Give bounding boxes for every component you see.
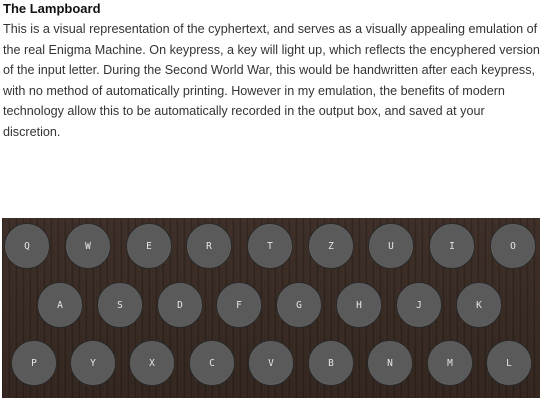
lamp-key[interactable]: M xyxy=(427,340,473,386)
lamp-key[interactable]: A xyxy=(37,282,83,328)
lamp-key[interactable]: Y xyxy=(70,340,116,386)
lamp-key[interactable]: W xyxy=(65,223,111,269)
lampboard: Q W E R T Z U I O A S D F G H J K P Y X … xyxy=(2,218,540,398)
lamp-key[interactable]: U xyxy=(368,223,414,269)
section-description: This is a visual representation of the c… xyxy=(3,22,540,139)
lamp-letter: E xyxy=(146,240,152,252)
lamp-key[interactable]: L xyxy=(486,340,532,386)
lamp-letter: J xyxy=(416,299,422,311)
lamp-letter: Q xyxy=(24,240,30,252)
lamp-letter: I xyxy=(449,240,455,252)
lamp-key[interactable]: J xyxy=(396,282,442,328)
lamp-key[interactable]: G xyxy=(276,282,322,328)
lamp-row-1: Q W E R T Z U I O xyxy=(2,223,540,269)
lamp-key[interactable]: Q xyxy=(4,223,50,269)
lamp-letter: F xyxy=(236,299,242,311)
lamp-letter: X xyxy=(149,357,155,369)
lamp-key[interactable]: F xyxy=(216,282,262,328)
lamp-letter: W xyxy=(85,240,91,252)
lamp-key[interactable]: E xyxy=(126,223,172,269)
lamp-key[interactable]: I xyxy=(429,223,475,269)
lamp-letter: Z xyxy=(328,240,334,252)
lamp-row-2: A S D F G H J K xyxy=(2,282,540,328)
lamp-row-3: P Y X C V B N M L xyxy=(2,340,540,386)
lamp-key[interactable]: D xyxy=(157,282,203,328)
lamp-key[interactable]: O xyxy=(490,223,536,269)
lamp-letter: G xyxy=(296,299,302,311)
lamp-letter: A xyxy=(57,299,63,311)
lampboard-section: The Lampboard This is a visual represent… xyxy=(3,0,541,142)
lamp-key[interactable]: B xyxy=(308,340,354,386)
lamp-letter: V xyxy=(268,357,274,369)
lamp-key[interactable]: C xyxy=(189,340,235,386)
lamp-letter: N xyxy=(387,357,393,369)
lamp-key[interactable]: X xyxy=(129,340,175,386)
lamp-key[interactable]: H xyxy=(336,282,382,328)
lamp-letter: M xyxy=(447,357,453,369)
lamp-key[interactable]: Z xyxy=(308,223,354,269)
lamp-letter: Y xyxy=(90,357,96,369)
lamp-key[interactable]: S xyxy=(97,282,143,328)
lamp-letter: R xyxy=(206,240,212,252)
lamp-letter: D xyxy=(177,299,183,311)
lamp-letter: B xyxy=(328,357,334,369)
lamp-letter: O xyxy=(510,240,516,252)
lamp-letter: K xyxy=(476,299,482,311)
lamp-letter: S xyxy=(117,299,123,311)
lamp-key[interactable]: T xyxy=(247,223,293,269)
lamp-letter: U xyxy=(388,240,394,252)
lamp-key[interactable]: K xyxy=(456,282,502,328)
lamp-letter: C xyxy=(209,357,215,369)
lamp-letter: T xyxy=(267,240,273,252)
lamp-letter: H xyxy=(356,299,362,311)
section-title: The Lampboard xyxy=(3,1,101,16)
lamp-key[interactable]: N xyxy=(367,340,413,386)
lamp-key[interactable]: V xyxy=(248,340,294,386)
lamp-letter: P xyxy=(31,357,37,369)
lamp-key[interactable]: R xyxy=(186,223,232,269)
lamp-letter: L xyxy=(506,357,512,369)
lamp-key[interactable]: P xyxy=(11,340,57,386)
